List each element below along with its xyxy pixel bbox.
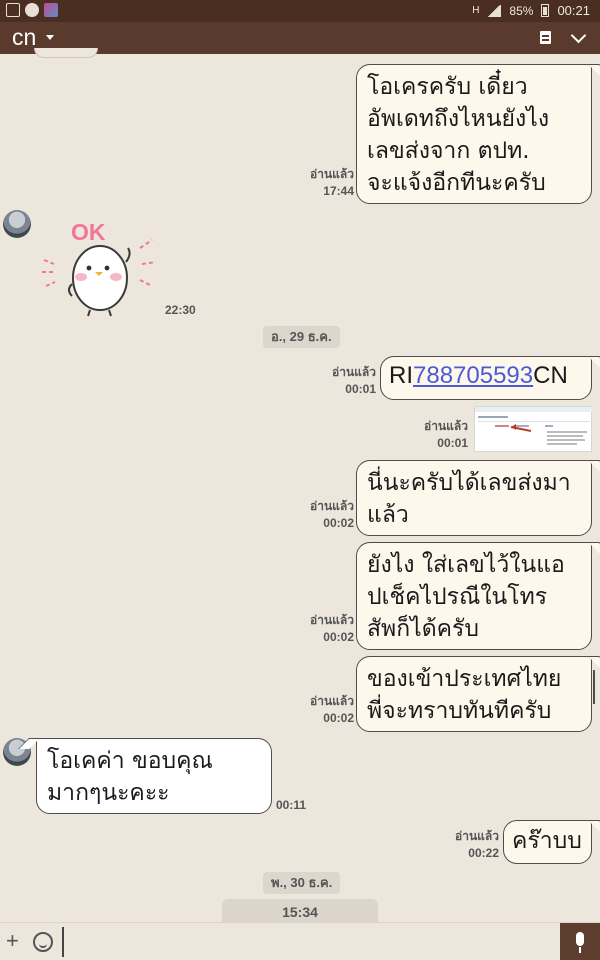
message-line: นี่นะครับได้เลขส่งมา <box>367 470 571 496</box>
screenshot-image-message[interactable] <box>474 406 593 452</box>
message-line: แล้ว <box>367 502 409 528</box>
read-receipt: อ่านแล้ว <box>310 613 354 627</box>
gallery-notification-icon <box>6 3 20 17</box>
message-meta: อ่านแล้ว 00:22 <box>455 828 499 862</box>
message-input-bar: + <box>0 922 600 960</box>
message-line: ยังไง ใส่เลขไว้ในแอ <box>367 552 565 578</box>
message-line: สัพก็ได้ครับ <box>367 616 479 642</box>
incoming-message-bubble[interactable]: โอเคค่า ขอบคุณ มากๆนะคะะ <box>36 738 272 814</box>
outgoing-message-bubble[interactable]: ของเข้าประเทศไทย พี่จะทราบทันทีครับ <box>356 656 592 732</box>
message-time: 22:30 <box>165 303 196 317</box>
message-time: 00:22 <box>468 846 499 860</box>
message-line: ของเข้าประเทศไทย <box>367 666 562 692</box>
mic-icon <box>576 932 584 953</box>
tracking-number-link[interactable]: 788705593 <box>413 362 533 389</box>
message-time: 00:02 <box>323 630 354 644</box>
network-type: H <box>472 5 480 16</box>
message-line: จะแจ้งอีกทีนะครับ <box>367 170 546 196</box>
read-receipt: อ่านแล้ว <box>455 829 499 843</box>
read-receipt: อ่านแล้ว <box>310 167 354 181</box>
message-time: 00:11 <box>276 798 307 812</box>
message-line: โอเคค่า ขอบคุณ <box>47 748 213 774</box>
message-line: ปเช็คไปรณีในโทร <box>367 584 548 610</box>
message-line: เลขส่งจาก ตปท. <box>367 138 530 164</box>
message-meta: อ่านแล้ว 00:01 <box>424 418 468 452</box>
read-receipt: อ่านแล้ว <box>424 419 468 433</box>
message-line: คร๊าบบ <box>512 828 582 854</box>
smiley-icon[interactable] <box>33 932 53 952</box>
plus-icon[interactable]: + <box>6 928 19 954</box>
message-time: 17:44 <box>323 184 354 198</box>
message-time: 00:02 <box>323 711 354 725</box>
previous-bubble-edge <box>34 48 98 58</box>
outgoing-message-bubble[interactable]: โอเครครับ เดี๋ยว อัพเดทถึงไหนยังไง เลขส่… <box>356 64 592 204</box>
message-meta: อ่านแล้ว 00:02 <box>310 498 354 532</box>
read-receipt: อ่านแล้ว <box>332 365 376 379</box>
list-icon[interactable] <box>540 31 551 44</box>
message-meta: อ่านแล้ว 00:02 <box>310 612 354 646</box>
date-separator: พ., 30 ธ.ค. <box>263 872 341 894</box>
app-notification-icon <box>44 3 58 17</box>
contact-avatar[interactable] <box>3 210 31 238</box>
message-meta: อ่านแล้ว 17:44 <box>310 166 354 200</box>
line-notification-icon <box>25 3 39 17</box>
message-line: พี่จะทราบทันทีครับ <box>367 698 552 724</box>
message-line: อัพเดทถึงไหนยังไง <box>367 106 550 132</box>
battery-percent: 85% <box>509 3 534 18</box>
ok-sticker[interactable]: OK <box>34 212 162 322</box>
read-receipt: อ่านแล้ว <box>310 499 354 513</box>
date-separator: อ., 29 ธ.ค. <box>263 326 340 348</box>
scroll-indicator[interactable] <box>593 670 595 704</box>
clock: 00:21 <box>557 3 590 18</box>
signal-icon <box>487 4 502 17</box>
battery-icon <box>541 4 550 17</box>
message-time: 00:01 <box>437 436 468 450</box>
chat-title[interactable]: cn <box>12 24 36 51</box>
latest-message-time: 15:34 <box>222 899 378 922</box>
message-time: 00:01 <box>345 382 376 396</box>
message-time: 00:02 <box>323 516 354 530</box>
message-input[interactable] <box>62 927 64 957</box>
voice-button[interactable] <box>560 923 600 960</box>
chevron-down-icon[interactable] <box>570 27 587 44</box>
message-meta: อ่านแล้ว 00:02 <box>310 693 354 727</box>
read-receipt: อ่านแล้ว <box>310 694 354 708</box>
tracking-prefix: RI <box>389 362 413 389</box>
outgoing-message-bubble[interactable]: ยังไง ใส่เลขไว้ในแอ ปเช็คไปรณีในโทร สัพก… <box>356 542 592 650</box>
message-line: มากๆนะคะะ <box>47 780 170 806</box>
outgoing-message-bubble[interactable]: คร๊าบบ <box>503 820 592 864</box>
status-bar: H 85% 00:21 <box>0 0 600 22</box>
outgoing-message-bubble[interactable]: นี่นะครับได้เลขส่งมา แล้ว <box>356 460 592 536</box>
tracking-suffix: CN <box>533 362 568 389</box>
sticker-text: OK <box>71 219 106 245</box>
message-line: โอเครครับ เดี๋ยว <box>367 74 528 100</box>
message-meta: อ่านแล้ว 00:01 <box>332 364 376 398</box>
outgoing-message-bubble[interactable]: RI788705593CN <box>380 356 592 400</box>
caret-down-icon[interactable] <box>46 35 54 40</box>
